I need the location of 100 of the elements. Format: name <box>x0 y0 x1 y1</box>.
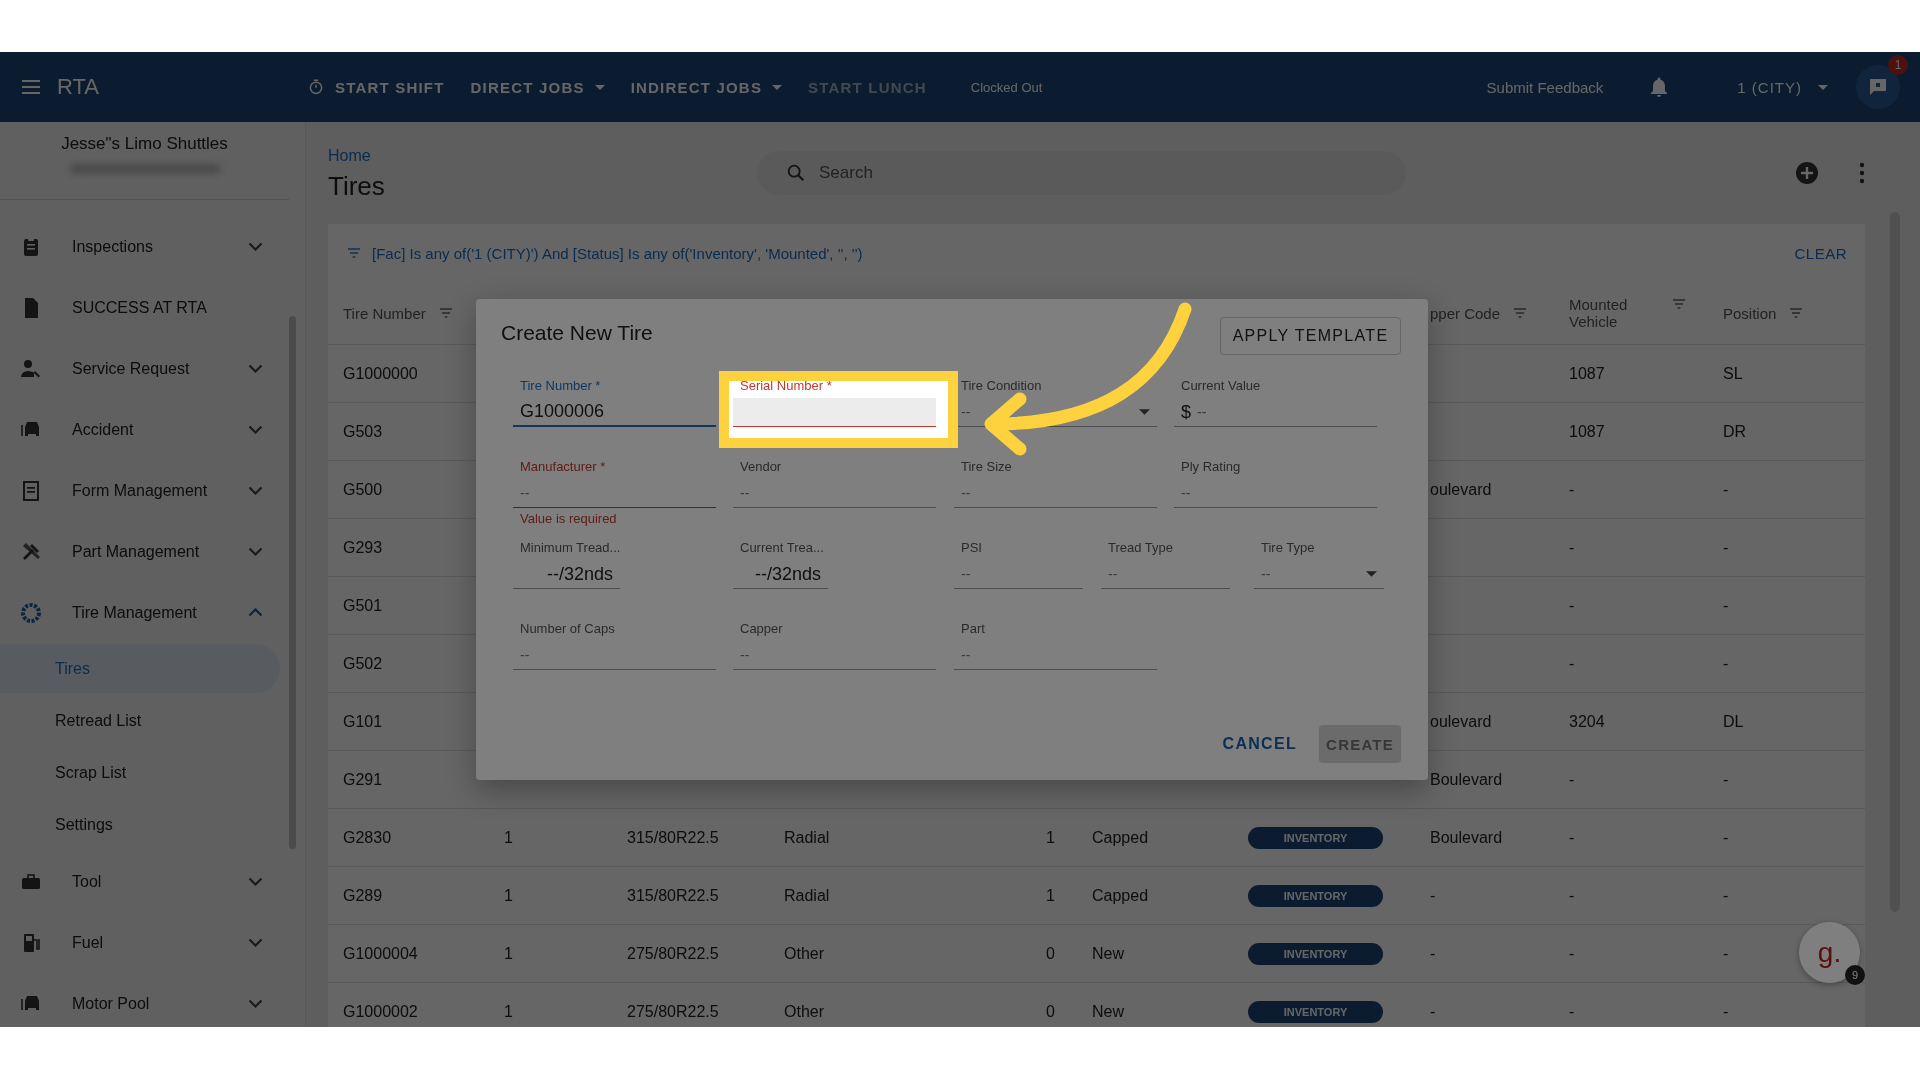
sidebar-item[interactable]: SUCCESS AT RTA <box>0 277 305 338</box>
table-cell: 1 <box>504 828 513 846</box>
error-message: Value is required <box>520 511 617 526</box>
placeholder-text: -- <box>961 404 971 420</box>
status-badge: INVENTORY <box>1248 942 1383 965</box>
placeholder-text: -- <box>1181 485 1191 501</box>
table-cell: - <box>1569 886 1575 904</box>
table-cell: G501 <box>343 596 383 614</box>
field-label: PSI <box>960 540 983 556</box>
search-field[interactable]: Search <box>757 151 1406 195</box>
table-cell: 1087 <box>1569 364 1605 382</box>
text-field[interactable]: Tread Type -- <box>1101 540 1230 589</box>
text-field[interactable]: Capper -- <box>733 621 936 670</box>
placeholder-text: -- <box>740 485 750 501</box>
field-label: Current Trea... <box>739 540 825 556</box>
text-field[interactable]: Number of Caps -- <box>513 621 716 670</box>
field-label: Number of Caps <box>519 621 616 637</box>
table-cell: G1000002 <box>343 1002 418 1020</box>
field-label: Tread Type <box>1107 540 1175 556</box>
table-cell: 315/80R22.5 <box>627 886 719 904</box>
table-cell: 3204 <box>1569 712 1605 730</box>
table-cell: 1 <box>504 944 513 962</box>
caret-icon <box>1139 409 1150 415</box>
column-header[interactable]: Position <box>1723 304 1777 322</box>
search-icon <box>785 162 807 184</box>
filter-icon[interactable] <box>1671 296 1687 312</box>
table-cell: G101 <box>343 712 383 730</box>
field-label: Tire Number * <box>519 378 602 394</box>
currency-prefix: $ <box>1181 401 1191 423</box>
table-cell: Other <box>784 1002 824 1020</box>
table-cell: - <box>1569 596 1575 614</box>
facility-dropdown[interactable]: 1 (CITY) <box>1731 77 1834 97</box>
table-cell: SL <box>1723 364 1743 382</box>
column-header[interactable]: pper Code <box>1430 304 1501 322</box>
field-label: Minimum Tread... <box>519 540 620 556</box>
text-field[interactable]: Ply Rating -- <box>1174 459 1377 508</box>
field-label: Vendor <box>739 459 783 475</box>
table-cell: - <box>1569 828 1575 846</box>
table-cell: 275/80R22.5 <box>627 1002 719 1020</box>
table-cell: - <box>1723 770 1729 788</box>
sidebar-item[interactable]: Tool <box>0 851 305 912</box>
caret-icon <box>1366 571 1377 577</box>
table-cell: Radial <box>784 886 830 904</box>
select-field[interactable]: Tire Type -- <box>1254 540 1384 589</box>
table-cell: Capped <box>1092 828 1149 846</box>
placeholder-text: -- <box>740 647 750 663</box>
caret-icon <box>1818 84 1828 90</box>
sidebar-item[interactable]: Motor Pool <box>0 973 305 1027</box>
field-label: Capper <box>739 621 784 637</box>
table-cell: - <box>1723 480 1729 498</box>
table-cell: Boulevard <box>1430 828 1503 846</box>
table-cell: G289 <box>343 886 383 904</box>
table-cell: - <box>1569 480 1575 498</box>
table-cell: - <box>1569 944 1575 962</box>
table-cell: 1 <box>504 886 513 904</box>
select-field[interactable]: Tire Condition -- <box>954 378 1157 427</box>
sidebar-item[interactable]: Fuel <box>0 912 305 973</box>
sidebar-subitem[interactable]: Settings <box>0 799 280 851</box>
status-badge: INVENTORY <box>1248 1000 1383 1023</box>
table-cell: G502 <box>343 654 383 672</box>
status-text: Clocked Out <box>970 79 1043 95</box>
text-field[interactable]: Part -- <box>954 621 1157 670</box>
sidebar-item[interactable]: Inspections <box>0 216 305 277</box>
table-cell: G293 <box>343 538 383 556</box>
measure-field[interactable]: Current Trea... --/32nds <box>733 540 828 589</box>
table-cell: - <box>1723 886 1729 904</box>
text-field[interactable]: Current Value $ -- <box>1174 378 1377 427</box>
table-cell: - <box>1569 1002 1575 1020</box>
feedback-link[interactable]: Submit Feedback <box>1486 78 1604 96</box>
column-header[interactable]: Tire Number <box>343 304 426 322</box>
column-header[interactable]: Mounted Vehicle <box>1569 296 1659 330</box>
placeholder-text: -- <box>1261 566 1271 582</box>
text-field[interactable]: Vendor -- <box>733 459 936 508</box>
add-icon[interactable] <box>1795 161 1819 185</box>
table-cell: Other <box>784 944 824 962</box>
filter-icon[interactable] <box>346 245 362 261</box>
notification-badge: 1 <box>1888 55 1908 75</box>
field-label: Tire Condition <box>960 378 1043 394</box>
sidebar-subitem[interactable]: Retread List <box>0 695 280 747</box>
table-cell: G1000004 <box>343 944 418 962</box>
status-badge: INVENTORY <box>1248 884 1383 907</box>
toolbar-button[interactable]: START SHIFT <box>307 78 445 96</box>
table-cell: 1087 <box>1569 422 1605 440</box>
sidebar-subitem[interactable]: Tires <box>0 644 280 693</box>
text-field[interactable]: Tire Number * G1000006 <box>513 378 716 427</box>
more-icon[interactable] <box>1859 162 1865 184</box>
clear-link[interactable]: CLEAR <box>1794 244 1847 262</box>
placeholder-text: -- <box>520 647 530 663</box>
placeholder-text: -- <box>961 647 971 663</box>
filter-text: [Fac] Is any of('1 (CITY)') And [Status] Is any of('Inventory', 'Mounted', '', '') <box>372 244 863 262</box>
table-cell: - <box>1569 770 1575 788</box>
ring-icon <box>19 600 43 625</box>
table-cell: DR <box>1723 422 1747 440</box>
table-cell: G500 <box>343 480 383 498</box>
text-field[interactable]: Tire Size -- <box>954 459 1157 508</box>
sidebar-subitem[interactable]: Scrap List <box>0 747 280 799</box>
breadcrumb-link[interactable]: Home <box>328 146 757 165</box>
measure-field[interactable]: Minimum Tread... --/32nds <box>513 540 620 589</box>
text-field[interactable]: PSI -- <box>954 540 1083 589</box>
table-cell: New <box>1092 944 1124 962</box>
